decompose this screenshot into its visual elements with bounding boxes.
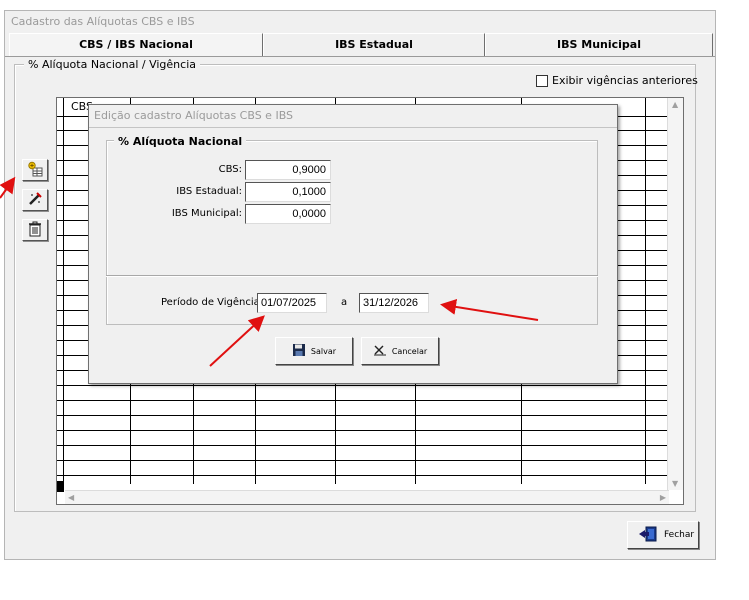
scroll-up-arrow-icon[interactable]: ▲: [672, 100, 678, 109]
scroll-right-arrow-icon[interactable]: ▶: [660, 493, 666, 502]
edit-aliquotas-dialog: Edição cadastro Alíquotas CBS e IBS % Al…: [88, 104, 618, 384]
cancel-button[interactable]: Cancelar: [361, 337, 439, 365]
grid-row-line: [57, 415, 668, 416]
grid-row-line: [57, 400, 668, 401]
grid-corner: [57, 481, 64, 492]
grid-row-line: [57, 445, 668, 446]
dialog-title: Edição cadastro Alíquotas CBS e IBS: [89, 105, 617, 127]
grid-horizontal-scrollbar[interactable]: ◀ ▶: [65, 490, 669, 504]
ibs-municipal-input[interactable]: 0,0000: [245, 204, 331, 224]
floppy-disk-icon: [292, 343, 306, 359]
tab-ibs-municipal[interactable]: IBS Municipal: [485, 33, 713, 56]
ibs-estadual-input[interactable]: 0,1000: [245, 182, 331, 202]
cbs-input[interactable]: 0,9000: [245, 160, 331, 180]
delete-trash-icon: [28, 221, 42, 240]
grid-row-line: [57, 475, 668, 476]
close-button[interactable]: Fechar: [627, 521, 699, 549]
dialog-title-divider: [89, 127, 617, 128]
tab-ibs-estadual[interactable]: IBS Estadual: [263, 33, 485, 56]
grid-column-line: [645, 98, 646, 484]
exibir-vigencias-checkbox[interactable]: [536, 75, 548, 87]
delete-record-button[interactable]: [22, 219, 48, 241]
save-button-label: Salvar: [310, 346, 337, 356]
grid-row-line: [57, 385, 668, 386]
vigencia-group-label: % Alíquota Nacional / Vigência: [24, 58, 200, 71]
grid-row-line: [57, 460, 668, 461]
vigencia-start-date-input[interactable]: 01/07/2025: [257, 293, 327, 313]
cbs-label: CBS:: [218, 164, 242, 175]
add-record-icon: [27, 161, 43, 180]
exibir-vigencias-label[interactable]: Exibir vigências anteriores: [552, 74, 698, 87]
grid-vertical-scrollbar[interactable]: ▲ ▼: [667, 98, 683, 490]
scroll-down-arrow-icon[interactable]: ▼: [672, 479, 678, 488]
periodo-separator-label: a: [341, 297, 348, 308]
scroll-left-arrow-icon[interactable]: ◀: [68, 493, 74, 502]
cancel-x-icon: [373, 344, 387, 358]
ibs-estadual-label: IBS Estadual:: [176, 186, 242, 197]
dialog-group-separator: [106, 275, 598, 277]
cancel-button-label: Cancelar: [391, 346, 428, 356]
window-title: Cadastro das Alíquotas CBS e IBS: [5, 11, 715, 32]
grid-row-line: [57, 430, 668, 431]
periodo-vigencia-label: Período de Vigência:: [161, 297, 264, 308]
tab-divider: [5, 56, 715, 57]
vigencia-end-date-input[interactable]: 31/12/2026: [359, 293, 429, 313]
edit-record-icon: [27, 191, 43, 210]
edit-record-button[interactable]: [22, 189, 48, 211]
exit-door-icon: [638, 526, 658, 545]
aliquota-nacional-group-label: % Alíquota Nacional: [114, 135, 247, 148]
close-button-label: Fechar: [664, 530, 695, 540]
add-record-button[interactable]: [22, 159, 48, 181]
ibs-municipal-label: IBS Municipal:: [171, 208, 242, 219]
save-button[interactable]: Salvar: [275, 337, 353, 365]
tab-cbs-ibs-nacional[interactable]: CBS / IBS Nacional: [9, 33, 263, 57]
